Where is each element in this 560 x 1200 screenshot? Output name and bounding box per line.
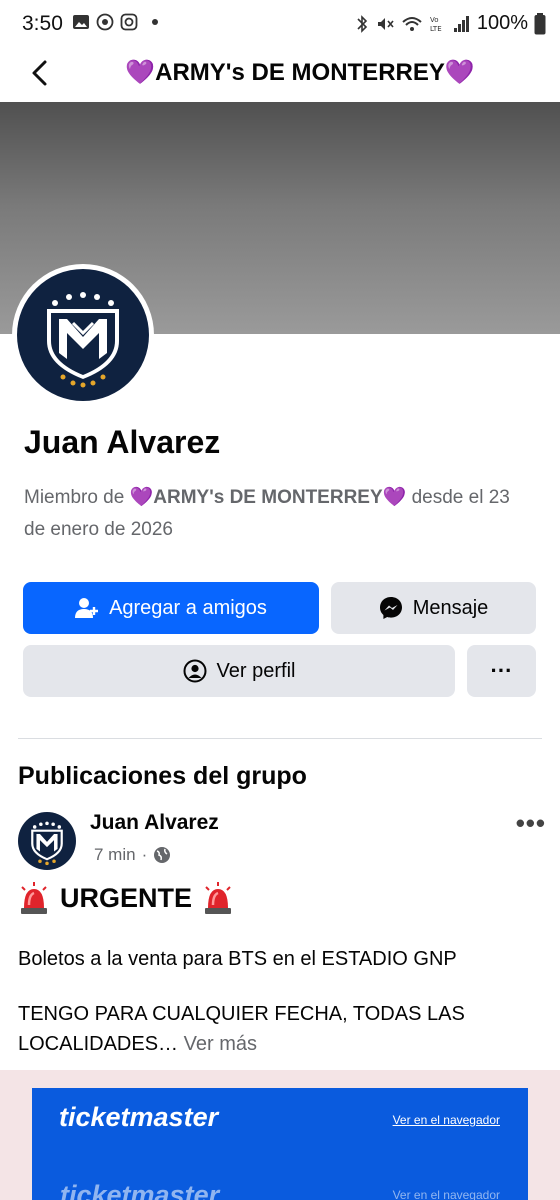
- wifi-icon: [402, 16, 422, 31]
- view-profile-label: Ver perfil: [216, 659, 296, 682]
- system-icons: Vo LTE 100%: [355, 12, 546, 35]
- mute-icon: [377, 17, 394, 30]
- post-text-body: TENGO PARA CUALQUIER FECHA, TODAS LAS LO…: [18, 999, 538, 1059]
- battery-level: 100%: [476, 12, 528, 34]
- message-button[interactable]: Mensaje: [331, 582, 536, 634]
- view-in-browser-link: Ver en el navegador: [392, 1188, 500, 1200]
- club-crest-image: [17, 269, 149, 401]
- status-time: 3:50: [22, 12, 63, 35]
- post-author-name[interactable]: Juan Alvarez: [90, 811, 219, 835]
- post-author-avatar[interactable]: [18, 812, 76, 870]
- globe-icon: [154, 847, 171, 863]
- post-text-line: Boletos a la venta para BTS en el ESTADI…: [18, 948, 457, 970]
- svg-text:LTE: LTE: [430, 25, 442, 33]
- post-time[interactable]: 7 min: [94, 845, 136, 865]
- gallery-icon: [73, 15, 89, 29]
- messenger-icon: [379, 597, 402, 619]
- member-group-name[interactable]: 💜ARMY's DE MONTERREY💜: [130, 487, 407, 508]
- notification-icons: [72, 13, 158, 31]
- membership-info: Miembro de 💜ARMY's DE MONTERREY💜 desde e…: [24, 482, 534, 546]
- ticketmaster-logo: ticketmaster: [59, 1102, 219, 1132]
- instagram-icon: [120, 13, 138, 31]
- ticketmaster-email-image: ticketmaster Ver en el navegador ticketm…: [32, 1088, 528, 1200]
- crest-icon: [47, 292, 119, 388]
- post-options-button[interactable]: •••: [516, 808, 546, 839]
- see-more-link[interactable]: Ver más: [184, 1033, 257, 1055]
- member-prefix: Miembro de: [24, 487, 130, 508]
- status-bar: 3:50 Vo LTE 100%: [0, 0, 560, 48]
- profile-name: Juan Alvarez: [24, 424, 221, 460]
- more-options-button[interactable]: ···: [467, 645, 536, 697]
- group-posts-heading: Publicaciones del grupo: [18, 762, 307, 790]
- post-image[interactable]: ticketmaster Ver en el navegador ticketm…: [0, 1070, 560, 1200]
- crest-icon: [31, 821, 63, 866]
- back-arrow-icon[interactable]: [24, 56, 58, 90]
- whatsapp-icon: [96, 13, 114, 31]
- section-divider: [18, 738, 542, 739]
- urgent-heading: URGENTE: [18, 881, 234, 915]
- add-friend-icon: [75, 598, 99, 618]
- urgent-label: URGENTE: [60, 882, 193, 913]
- group-header: 💜ARMY's DE MONTERREY💜: [0, 48, 560, 102]
- battery-icon: [534, 12, 546, 34]
- post-meta: 7 min ·: [94, 845, 171, 865]
- profile-circle-icon: [183, 659, 207, 683]
- police-light-icon: [205, 882, 232, 914]
- more-notifications-dot: [152, 19, 158, 25]
- message-label: Mensaje: [412, 596, 489, 619]
- profile-avatar[interactable]: [12, 264, 154, 406]
- view-profile-button[interactable]: Ver perfil: [23, 645, 455, 697]
- signal-icon: [453, 15, 469, 32]
- bluetooth-icon: [357, 14, 367, 33]
- group-title[interactable]: 💜ARMY's DE MONTERREY💜: [60, 58, 540, 87]
- svg-text:Vo: Vo: [430, 16, 439, 24]
- add-friend-button[interactable]: Agregar a amigos: [23, 582, 319, 634]
- more-options-icon: ···: [490, 658, 513, 683]
- police-light-icon: [21, 882, 47, 914]
- volte-icon: VoLTE: [430, 16, 442, 33]
- ticketmaster-logo: ticketmaster: [60, 1180, 220, 1200]
- view-in-browser-link: Ver en el navegador: [392, 1113, 500, 1127]
- meta-separator: ·: [141, 845, 148, 864]
- add-friend-label: Agregar a amigos: [109, 596, 267, 619]
